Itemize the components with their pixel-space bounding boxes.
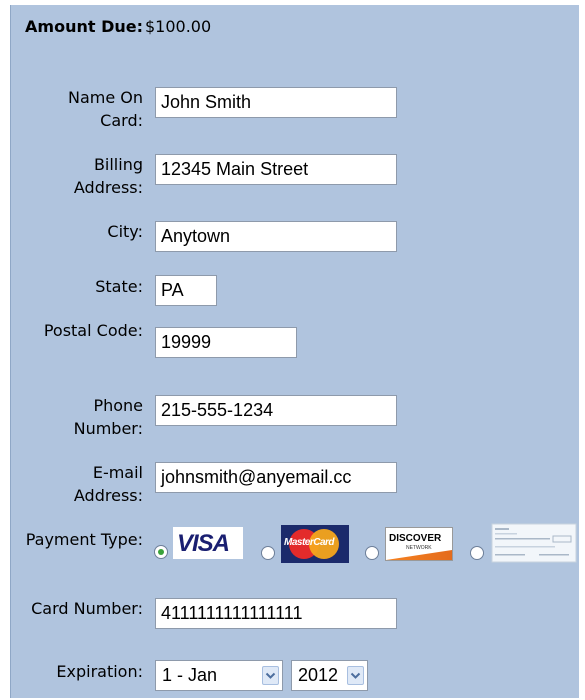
city-input[interactable]: Anytown (155, 221, 397, 252)
discover-card-icon: DISCOVER NETWORK (385, 527, 453, 561)
visa-radio[interactable] (154, 545, 168, 559)
amount-due-value: $100.00 (145, 17, 212, 36)
year-chevron-down-icon[interactable] (347, 666, 364, 685)
phone-number-input[interactable]: 215-555-1234 (155, 395, 397, 426)
expiration-year-value: 2012 (298, 665, 339, 685)
phone-number-label: Phone Number: (73, 396, 143, 438)
state-label: State: (95, 277, 143, 296)
month-chevron-down-icon[interactable] (262, 666, 279, 685)
name-on-card-label: Name On Card: (67, 88, 143, 130)
postal-code-label: Postal Code: (43, 321, 143, 340)
visa-logo-text: VISA (177, 530, 230, 557)
expiration-month-value: 1 - Jan (162, 665, 218, 685)
payment-type-label: Payment Type: (25, 530, 143, 549)
card-number-input[interactable]: 4111111111111111 (155, 598, 397, 629)
mastercard-radio[interactable] (261, 546, 275, 560)
name-on-card-input[interactable]: John Smith (155, 87, 397, 118)
city-label: City: (107, 222, 143, 241)
amount-due-label: Amount Due: (25, 17, 143, 36)
state-input[interactable]: PA (155, 275, 217, 306)
discover-radio[interactable] (365, 546, 379, 560)
discover-logo-text: DISCOVER (389, 533, 442, 544)
check-icon (491, 523, 577, 563)
mastercard-card-icon: MasterCard (281, 525, 349, 563)
expiration-label: Expiration: (56, 662, 143, 681)
visa-card-icon: VISA (173, 527, 243, 559)
email-address-input[interactable]: johnsmith@anyemail.cc (155, 462, 397, 493)
email-address-label: E-mail Address: (73, 463, 143, 505)
billing-address-input[interactable]: 12345 Main Street (155, 154, 397, 185)
expiration-month-select[interactable]: 1 - Jan (155, 660, 283, 691)
card-number-label: Card Number: (31, 599, 143, 618)
payment-form-panel: Amount Due: $100.00 Name On Card: John S… (10, 5, 579, 698)
check-radio[interactable] (470, 546, 484, 560)
billing-address-label: Billing Address: (73, 155, 143, 197)
expiration-year-select[interactable]: 2012 (291, 660, 368, 691)
discover-network-text: NETWORK (406, 545, 432, 551)
mastercard-logo-text: MasterCard (284, 537, 335, 548)
postal-code-input[interactable]: 19999 (155, 327, 297, 358)
